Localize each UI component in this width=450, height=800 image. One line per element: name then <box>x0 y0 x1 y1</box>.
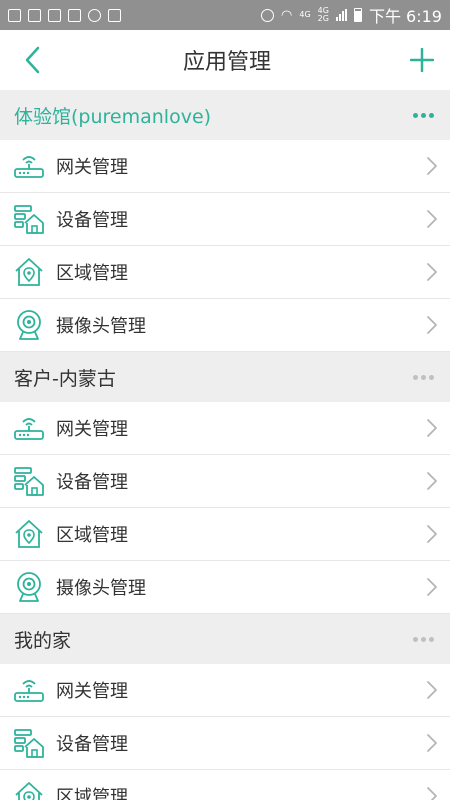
app-header: 应用管理 <box>0 30 450 90</box>
list-item-label: 设备管理 <box>56 734 128 755</box>
signal-icon <box>335 9 347 21</box>
more-dots-icon[interactable] <box>413 369 434 386</box>
alarm-icon <box>261 8 275 22</box>
list-item[interactable]: 设备管理 <box>0 193 450 246</box>
section-list: 体验馆(puremanlove) 网关管理 设备管理 区域管理 摄像头管理 客户-内蒙古网… <box>0 90 450 800</box>
list-item[interactable]: 区域管理 <box>0 770 450 800</box>
chevron-right-icon <box>426 315 438 335</box>
area-house-icon <box>12 779 46 800</box>
area-house-icon <box>12 517 46 551</box>
download-notification-icon <box>108 8 121 22</box>
power-notification-icon <box>88 8 101 22</box>
status-indicators: ◠ 4G 4G 2G 下午 6:19 <box>261 3 442 27</box>
chevron-right-icon <box>426 786 438 800</box>
list-item-label: 摄像头管理 <box>56 316 146 337</box>
network-type-sim2: 2G <box>317 14 329 23</box>
wifi-icon: ◠ <box>281 7 293 23</box>
list-item-label: 网关管理 <box>56 419 128 440</box>
image-notification-icon <box>8 8 21 22</box>
add-button[interactable] <box>402 40 442 80</box>
back-button[interactable] <box>12 40 52 80</box>
chevron-left-icon <box>25 46 40 74</box>
list-item-label: 摄像头管理 <box>56 578 146 599</box>
battery-icon <box>353 8 362 22</box>
section-header: 客户-内蒙古 <box>0 352 450 402</box>
chevron-right-icon <box>426 733 438 753</box>
chevron-right-icon <box>426 418 438 438</box>
plus-icon <box>409 48 434 72</box>
more-dots-icon[interactable] <box>413 107 434 124</box>
list-item-label: 网关管理 <box>56 157 128 178</box>
list-item-label: 网关管理 <box>56 681 128 702</box>
network-type: 4G <box>299 10 311 19</box>
section-title: 体验馆(puremanlove) <box>14 105 212 128</box>
page-title: 应用管理 <box>182 50 271 75</box>
list-item[interactable]: 区域管理 <box>0 508 450 561</box>
list-item-label: 区域管理 <box>56 263 128 284</box>
chevron-right-icon <box>426 680 438 700</box>
list-item-label: 区域管理 <box>56 787 128 800</box>
section-header: 体验馆(puremanlove) <box>0 90 450 140</box>
list-item-label: 设备管理 <box>56 210 128 231</box>
status-time: 下午 6:19 <box>368 7 442 26</box>
status-notifications <box>8 8 121 22</box>
chevron-right-icon <box>426 262 438 282</box>
chevron-right-icon <box>426 156 438 176</box>
section-header: 我的家 <box>0 614 450 664</box>
more-dots-icon[interactable] <box>413 631 434 648</box>
list-item-label: 区域管理 <box>56 525 128 546</box>
list-item[interactable]: 网关管理 <box>0 140 450 193</box>
gateway-router-icon <box>12 411 46 445</box>
device-house-icon <box>12 726 46 760</box>
device-house-icon <box>12 202 46 236</box>
device-house-icon <box>12 464 46 498</box>
list-item[interactable]: 网关管理 <box>0 664 450 717</box>
chevron-right-icon <box>426 577 438 597</box>
list-item[interactable]: 设备管理 <box>0 717 450 770</box>
list-item-label: 设备管理 <box>56 472 128 493</box>
chevron-right-icon <box>426 209 438 229</box>
chevron-right-icon <box>426 471 438 491</box>
status-bar: ◠ 4G 4G 2G 下午 6:19 <box>0 0 450 30</box>
section-title: 客户-内蒙古 <box>14 367 116 390</box>
gateway-router-icon <box>12 673 46 707</box>
document-notification-icon <box>48 8 61 22</box>
area-house-icon <box>12 255 46 289</box>
gateway-router-icon <box>12 149 46 183</box>
list-item[interactable]: 设备管理 <box>0 455 450 508</box>
camera-icon <box>12 308 46 342</box>
section-title: 我的家 <box>14 629 72 652</box>
list-item[interactable]: 摄像头管理 <box>0 561 450 614</box>
list-item[interactable]: 网关管理 <box>0 402 450 455</box>
dual-network: 4G 2G <box>318 7 329 23</box>
list-item[interactable]: 区域管理 <box>0 246 450 299</box>
camera-icon <box>12 570 46 604</box>
list-item[interactable]: 摄像头管理 <box>0 299 450 352</box>
app-notification-icon <box>28 8 41 22</box>
app-notification-icon-2 <box>68 8 81 22</box>
chevron-right-icon <box>426 524 438 544</box>
